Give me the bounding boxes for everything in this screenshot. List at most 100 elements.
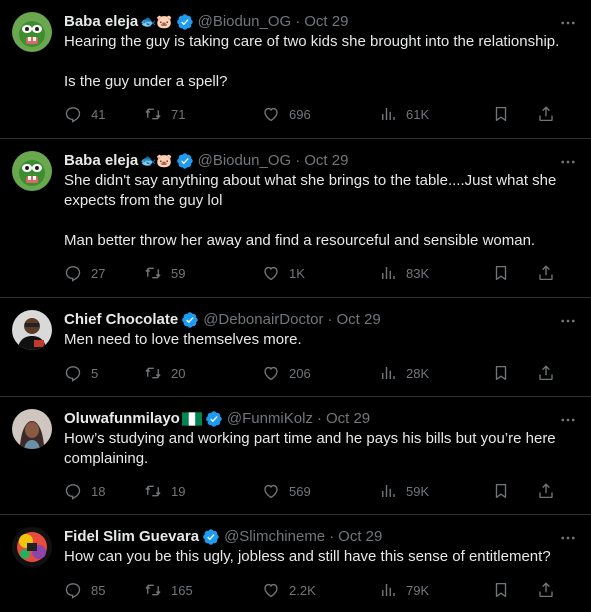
tweet-text-paragraph: She didn't say anything about what she b… (64, 172, 557, 209)
handle[interactable]: @FunmiKolz (227, 409, 313, 429)
separator: · (329, 528, 335, 545)
display-name[interactable]: Baba eleja (64, 151, 138, 171)
timestamp[interactable]: Oct 29 (304, 151, 348, 171)
like-button[interactable]: 206 (262, 364, 379, 382)
tweet[interactable]: Oluwafunmilayo @FunmiKolz · Oct 29 How’s… (0, 397, 591, 515)
like-button[interactable]: 696 (262, 105, 379, 123)
reply-button[interactable]: 5 (64, 364, 144, 382)
share-button[interactable] (537, 264, 555, 282)
share-button[interactable] (537, 364, 555, 382)
views-button[interactable]: 79K (379, 581, 492, 599)
views-button[interactable]: 59K (379, 482, 492, 500)
analytics-icon (379, 482, 397, 500)
retweet-button[interactable]: 165 (144, 581, 262, 599)
avatar[interactable] (12, 409, 52, 449)
tweet-text: She didn't say anything about what she b… (64, 171, 575, 251)
action-bar: 41 71 696 61K (64, 104, 575, 136)
timestamp[interactable]: Oct 29 (336, 310, 380, 330)
separator: · (316, 410, 322, 427)
retweet-count: 20 (171, 365, 186, 381)
like-button[interactable]: 569 (262, 482, 379, 500)
retweet-icon (144, 105, 162, 123)
bookmark-icon (492, 264, 510, 282)
reply-button[interactable]: 41 (64, 105, 144, 123)
avatar[interactable] (12, 12, 52, 52)
retweet-count: 19 (171, 483, 186, 499)
nigeria-flag-icon (181, 412, 202, 426)
bookmark-button[interactable] (492, 581, 519, 599)
handle[interactable]: @DebonairDoctor (203, 310, 323, 330)
retweet-button[interactable]: 71 (144, 105, 262, 123)
reply-icon (64, 581, 82, 599)
timestamp[interactable]: Oct 29 (326, 409, 370, 429)
verified-badge-icon (176, 13, 194, 31)
reply-button[interactable]: 85 (64, 581, 144, 599)
share-icon (537, 364, 555, 382)
bookmark-button[interactable] (492, 105, 519, 123)
tweet-text-paragraph: Man better throw her away and find a res… (64, 232, 536, 249)
tweet-header: Baba eleja 🐟🐷 @Biodun_OG · Oct 29 (64, 12, 575, 32)
separator: · (295, 152, 301, 169)
reply-icon (64, 482, 82, 500)
action-bar: 27 59 1K 83K (64, 263, 575, 295)
display-name[interactable]: Chief Chocolate (64, 310, 178, 330)
retweet-count: 59 (171, 265, 186, 281)
view-count: 83K (406, 265, 430, 281)
views-button[interactable]: 61K (379, 105, 492, 123)
tweet-text: How’s studying and working part time and… (64, 429, 575, 469)
handle[interactable]: @Biodun_OG (198, 151, 292, 171)
analytics-icon (379, 581, 397, 599)
separator: · (327, 311, 333, 328)
share-button[interactable] (537, 482, 555, 500)
tweet[interactable]: Fidel Slim Guevara @Slimchineme · Oct 29… (0, 515, 591, 612)
views-button[interactable]: 28K (379, 364, 492, 382)
avatar[interactable] (12, 527, 52, 567)
like-count: 2.2K (289, 582, 316, 598)
tweet[interactable]: Baba eleja 🐟🐷 @Biodun_OG · Oct 29 Hearin… (0, 0, 591, 139)
avatar[interactable] (12, 151, 52, 191)
tweet[interactable]: Baba eleja 🐟🐷 @Biodun_OG · Oct 29 She di… (0, 139, 591, 298)
avatar[interactable] (12, 310, 52, 350)
retweet-button[interactable]: 19 (144, 482, 262, 500)
timestamp[interactable]: Oct 29 (338, 527, 382, 547)
reply-button[interactable]: 18 (64, 482, 144, 500)
display-name[interactable]: Oluwafunmilayo (64, 409, 180, 429)
reply-icon (64, 364, 82, 382)
bookmark-button[interactable] (492, 482, 519, 500)
more-options-icon[interactable] (559, 529, 577, 548)
reply-count: 85 (91, 582, 106, 598)
verified-badge-icon (202, 528, 220, 546)
share-icon (537, 581, 555, 599)
handle[interactable]: @Slimchineme (224, 527, 325, 547)
handle[interactable]: @Biodun_OG (198, 12, 292, 32)
tweet[interactable]: Chief Chocolate @DebonairDoctor · Oct 29… (0, 298, 591, 397)
tweet-text: Men need to love themselves more. (64, 330, 575, 350)
analytics-icon (379, 105, 397, 123)
retweet-button[interactable]: 59 (144, 264, 262, 282)
display-name[interactable]: Fidel Slim Guevara (64, 527, 199, 547)
bookmark-icon (492, 482, 510, 500)
view-count: 28K (406, 365, 430, 381)
more-options-icon[interactable] (559, 411, 577, 430)
reply-button[interactable]: 27 (64, 264, 144, 282)
like-button[interactable]: 2.2K (262, 581, 379, 599)
share-button[interactable] (537, 105, 555, 123)
like-button[interactable]: 1K (262, 264, 379, 282)
views-button[interactable]: 83K (379, 264, 492, 282)
more-options-icon[interactable] (559, 312, 577, 331)
retweet-button[interactable]: 20 (144, 364, 262, 382)
display-name[interactable]: Baba eleja (64, 12, 138, 32)
analytics-icon (379, 364, 397, 382)
bookmark-icon (492, 581, 510, 599)
share-button[interactable] (537, 581, 555, 599)
bookmark-button[interactable] (492, 264, 519, 282)
reply-feed: Baba eleja 🐟🐷 @Biodun_OG · Oct 29 Hearin… (0, 0, 591, 612)
tweet-header: Chief Chocolate @DebonairDoctor · Oct 29 (64, 310, 575, 330)
tweet-text-paragraph: Hearing the guy is taking care of two ki… (64, 33, 560, 50)
more-options-icon[interactable] (559, 14, 577, 33)
share-icon (537, 264, 555, 282)
bookmark-button[interactable] (492, 364, 519, 382)
retweet-icon (144, 581, 162, 599)
more-options-icon[interactable] (559, 153, 577, 172)
timestamp[interactable]: Oct 29 (304, 12, 348, 32)
